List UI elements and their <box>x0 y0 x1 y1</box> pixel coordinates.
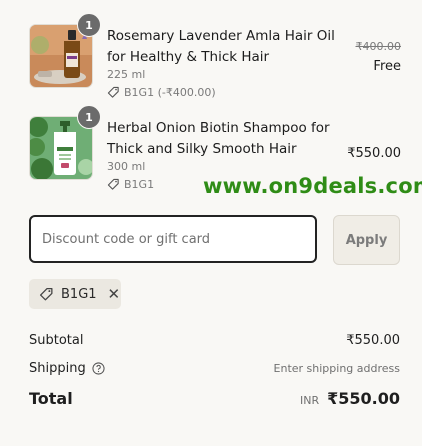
shipping-label: Shipping <box>29 361 86 376</box>
applied-discount-code: B1G1 <box>61 286 97 302</box>
tag-icon <box>107 86 119 98</box>
discount-label: B1G1 <box>124 178 155 191</box>
original-price: ₹400.00 <box>355 40 402 53</box>
discount-label: B1G1 (-₹400.00) <box>124 86 216 99</box>
shipping-label-group: Shipping <box>29 361 105 376</box>
help-icon[interactable] <box>92 362 105 375</box>
discount-code-input[interactable] <box>29 215 317 263</box>
shipping-value: Enter shipping address <box>273 362 400 375</box>
product-name: Herbal Onion Biotin Shampoo for Thick an… <box>107 120 330 157</box>
subtotal-value: ₹550.00 <box>346 333 400 348</box>
tag-icon <box>107 178 119 190</box>
quantity-badge: 1 <box>77 105 101 129</box>
final-price: ₹550.00 <box>347 146 401 161</box>
apply-button[interactable]: Apply <box>333 215 400 265</box>
price-column: ₹400.00 Free <box>356 40 402 74</box>
subtotal-label: Subtotal <box>29 333 84 348</box>
discount-line: B1G1 <box>107 178 154 191</box>
quantity-badge: 1 <box>77 13 101 37</box>
currency-code: INR <box>300 394 320 407</box>
total-amount-group: INR ₹550.00 <box>300 389 400 408</box>
total-row: Total INR ₹550.00 <box>29 389 400 408</box>
line-item: 1 Rosemary Lavender Amla Hair Oil for He… <box>29 13 402 104</box>
total-label: Total <box>29 389 73 408</box>
total-value: ₹550.00 <box>327 389 400 408</box>
product-variant: 300 ml <box>107 160 146 173</box>
watermark-text: www.on9deals.com <box>203 174 422 198</box>
price-column: ₹550.00 <box>347 142 401 161</box>
tag-icon <box>39 287 53 300</box>
product-name: Rosemary Lavender Amla Hair Oil for Heal… <box>107 28 335 65</box>
final-price: Free <box>373 59 401 74</box>
product-variant: 225 ml <box>107 68 146 81</box>
shipping-row: Shipping Enter shipping address <box>29 361 400 376</box>
subtotal-row: Subtotal ₹550.00 <box>29 333 400 348</box>
discount-line: B1G1 (-₹400.00) <box>107 86 216 99</box>
remove-discount-icon[interactable]: ✕ <box>108 286 121 302</box>
applied-discount-chip: B1G1 ✕ <box>29 279 121 309</box>
